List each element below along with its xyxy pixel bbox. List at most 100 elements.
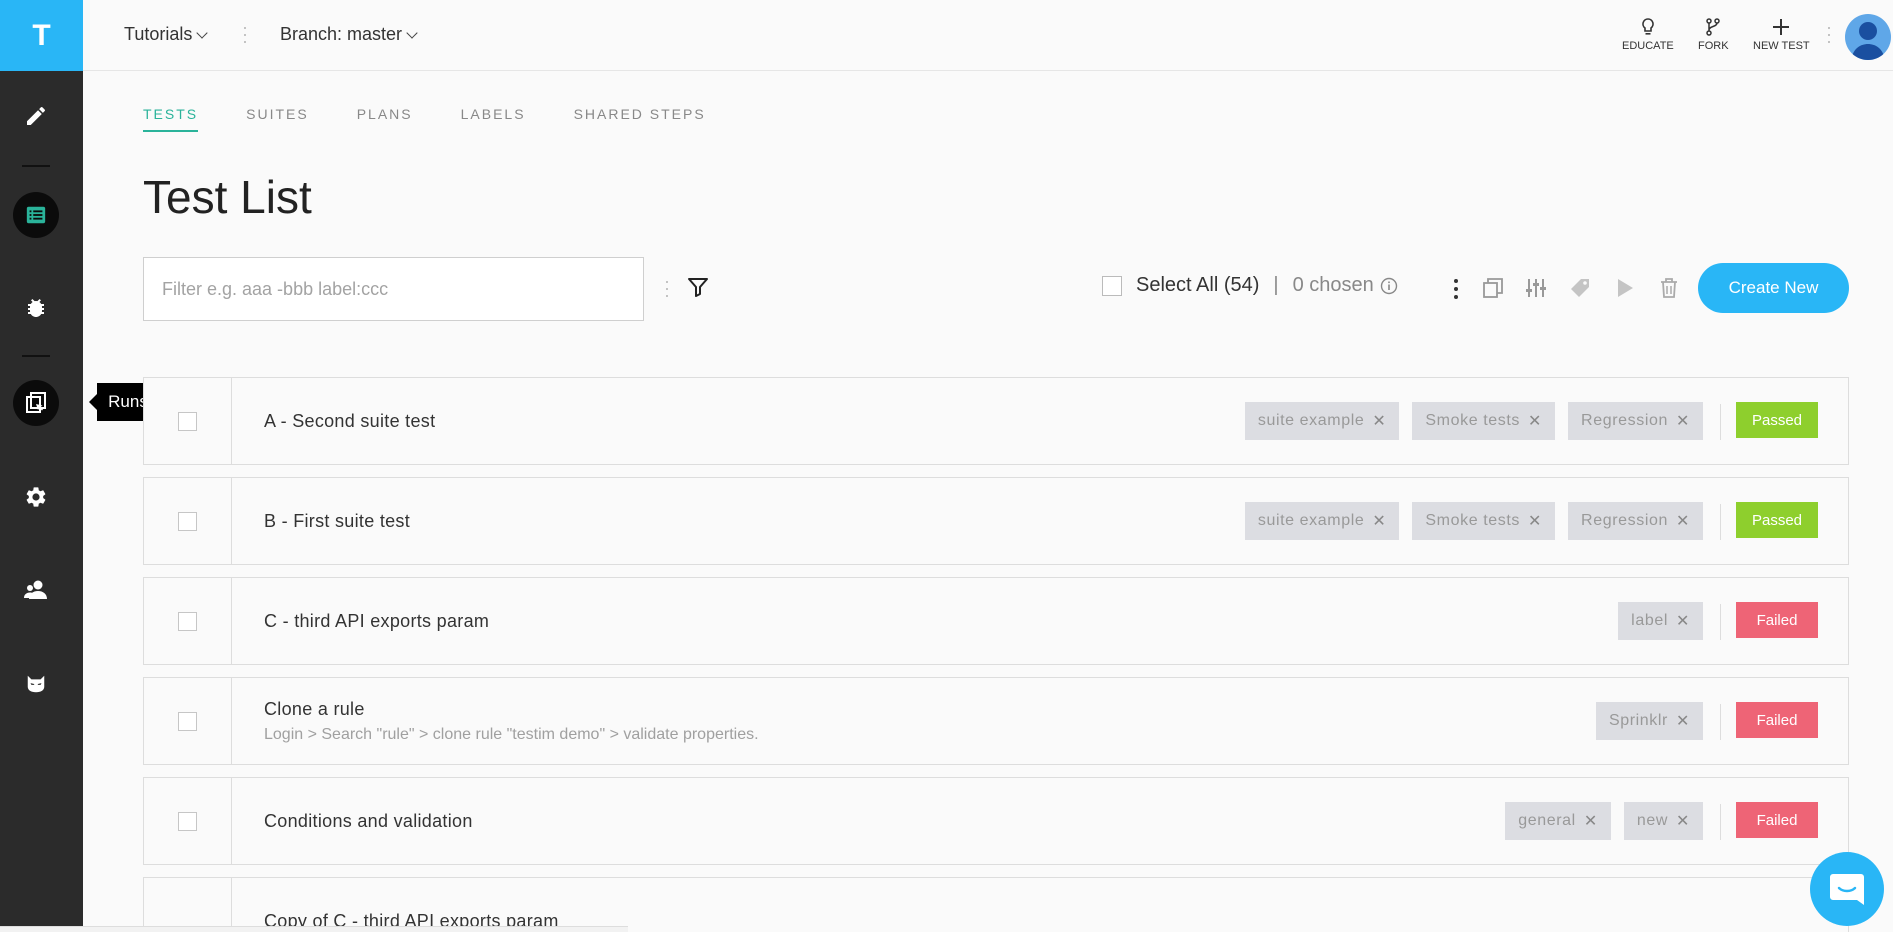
fork-button[interactable]: FORK xyxy=(1698,18,1729,52)
row-divider xyxy=(1720,404,1721,440)
row-divider xyxy=(1720,604,1721,640)
select-all: Select All (54) | 0 chosen xyxy=(1102,274,1398,297)
row-checkbox[interactable] xyxy=(178,811,197,831)
settings-nav-item[interactable] xyxy=(13,474,59,520)
new-test-button[interactable]: NEW TEST xyxy=(1753,18,1810,52)
trash-icon[interactable] xyxy=(1659,277,1679,299)
status-badge[interactable]: Failed xyxy=(1736,802,1818,838)
label-chip[interactable]: new ✕ xyxy=(1623,802,1703,840)
sidebar-divider xyxy=(22,355,50,357)
runs-nav-item[interactable] xyxy=(13,380,59,426)
create-new-button[interactable]: Create New xyxy=(1698,263,1849,313)
remove-label-icon[interactable]: ✕ xyxy=(1676,811,1690,831)
remove-label-icon[interactable]: ✕ xyxy=(1676,611,1690,631)
tag-icon[interactable] xyxy=(1569,277,1591,299)
label-chip[interactable]: Regression ✕ xyxy=(1568,402,1703,440)
remove-label-icon[interactable]: ✕ xyxy=(1676,411,1690,431)
app-logo[interactable]: T xyxy=(0,0,83,71)
test-labels: label ✕ xyxy=(1618,602,1703,640)
branch-dropdown[interactable]: Branch: master xyxy=(280,24,418,45)
avatar[interactable] xyxy=(1845,14,1891,60)
team-nav-item[interactable] xyxy=(13,567,59,613)
educate-button[interactable]: EDUCATE xyxy=(1622,18,1674,52)
test-labels: suite example ✕ Smoke tests ✕ Regression ✕ xyxy=(1244,402,1703,440)
status-badge[interactable]: Passed xyxy=(1736,502,1818,538)
test-list-nav-item[interactable] xyxy=(13,192,59,238)
editor-nav-item[interactable] xyxy=(13,93,59,139)
bug-icon xyxy=(28,299,44,317)
label-chip[interactable]: Smoke tests ✕ xyxy=(1412,402,1556,440)
vertical-dots-divider: · · · xyxy=(242,17,248,51)
row-checkbox[interactable] xyxy=(178,611,197,631)
row-checkbox[interactable] xyxy=(178,511,197,531)
extension-nav-item[interactable] xyxy=(13,661,59,707)
label-chip[interactable]: label ✕ xyxy=(1618,602,1703,640)
select-all-checkbox[interactable] xyxy=(1102,275,1122,296)
test-title[interactable]: Conditions and validation xyxy=(264,811,473,832)
remove-label-icon[interactable]: ✕ xyxy=(1584,811,1598,831)
sidebar-divider xyxy=(22,165,50,167)
chat-icon xyxy=(1830,874,1864,905)
remove-label-icon[interactable]: ✕ xyxy=(1372,411,1386,431)
info-icon[interactable] xyxy=(1380,277,1398,295)
label-chip[interactable]: general ✕ xyxy=(1505,802,1611,840)
row-checkbox-cell xyxy=(144,678,232,764)
test-row[interactable]: A - Second suite test suite example ✕ Smo… xyxy=(143,377,1849,465)
test-title[interactable]: B - First suite test xyxy=(264,511,410,532)
test-row[interactable]: Copy of C - third API exports param xyxy=(143,877,1849,932)
chosen-divider: | xyxy=(1273,274,1279,296)
test-row[interactable]: Conditions and validation general ✕ new ✕ … xyxy=(143,777,1849,865)
test-title[interactable]: C - third API exports param xyxy=(264,611,489,632)
status-strip xyxy=(0,926,628,932)
row-checkbox-cell xyxy=(144,378,232,464)
row-divider xyxy=(1720,804,1721,840)
filter-input[interactable] xyxy=(143,257,644,321)
more-vertical-icon[interactable] xyxy=(1452,277,1460,301)
label-chip[interactable]: Sprinklr ✕ xyxy=(1595,702,1703,740)
label-chip[interactable]: suite example ✕ xyxy=(1244,402,1400,440)
vertical-dots-divider: · · · xyxy=(1826,17,1832,51)
vertical-dots-divider: · · · xyxy=(664,271,670,305)
remove-label-icon[interactable]: ✕ xyxy=(1372,511,1386,531)
row-divider xyxy=(1720,704,1721,740)
sliders-icon[interactable] xyxy=(1525,277,1547,299)
row-checkbox-cell xyxy=(144,578,232,664)
row-checkbox[interactable] xyxy=(178,411,197,431)
label-chip[interactable]: suite example ✕ xyxy=(1244,502,1400,540)
remove-label-icon[interactable]: ✕ xyxy=(1676,711,1690,731)
test-row[interactable]: Clone a rule Login > Search "rule" > clo… xyxy=(143,677,1849,765)
tab-shared-steps[interactable]: SHARED STEPS xyxy=(574,106,706,132)
test-title[interactable]: A - Second suite test xyxy=(264,411,435,432)
chosen-count: 0 chosen xyxy=(1292,274,1374,296)
row-checkbox[interactable] xyxy=(178,711,197,731)
status-badge[interactable]: Failed xyxy=(1736,702,1818,738)
remove-label-icon[interactable]: ✕ xyxy=(1528,411,1542,431)
row-checkbox-cell xyxy=(144,878,232,932)
tab-tests[interactable]: TESTS xyxy=(143,106,199,132)
remove-label-icon[interactable]: ✕ xyxy=(1528,511,1542,531)
status-badge[interactable]: Failed xyxy=(1736,602,1818,638)
play-icon[interactable] xyxy=(1615,277,1635,299)
duplicate-icon[interactable] xyxy=(1482,277,1504,299)
test-row[interactable]: C - third API exports param label ✕ Faile… xyxy=(143,577,1849,665)
status-badge[interactable]: Passed xyxy=(1736,402,1818,438)
label-chip[interactable]: Smoke tests ✕ xyxy=(1412,502,1556,540)
tab-plans[interactable]: PLANS xyxy=(357,106,413,132)
project-dropdown[interactable]: Tutorials xyxy=(124,24,209,45)
test-title[interactable]: Clone a rule xyxy=(264,699,365,720)
mask-icon xyxy=(27,675,45,693)
bugs-nav-item[interactable] xyxy=(13,285,59,331)
gear-icon xyxy=(26,487,46,507)
test-row[interactable]: B - First suite test suite example ✕ Smok… xyxy=(143,477,1849,565)
test-labels: general ✕ new ✕ xyxy=(1505,802,1703,840)
chevron-down-icon xyxy=(406,26,418,39)
runs-icon xyxy=(26,392,46,413)
chat-button[interactable] xyxy=(1810,852,1884,926)
filter-funnel-icon[interactable] xyxy=(687,276,709,298)
tab-suites[interactable]: SUITES xyxy=(246,106,309,132)
plus-icon xyxy=(1773,19,1790,35)
pencil-icon xyxy=(27,106,46,125)
label-chip[interactable]: Regression ✕ xyxy=(1568,502,1703,540)
remove-label-icon[interactable]: ✕ xyxy=(1676,511,1690,531)
tab-labels[interactable]: LABELS xyxy=(461,106,526,132)
